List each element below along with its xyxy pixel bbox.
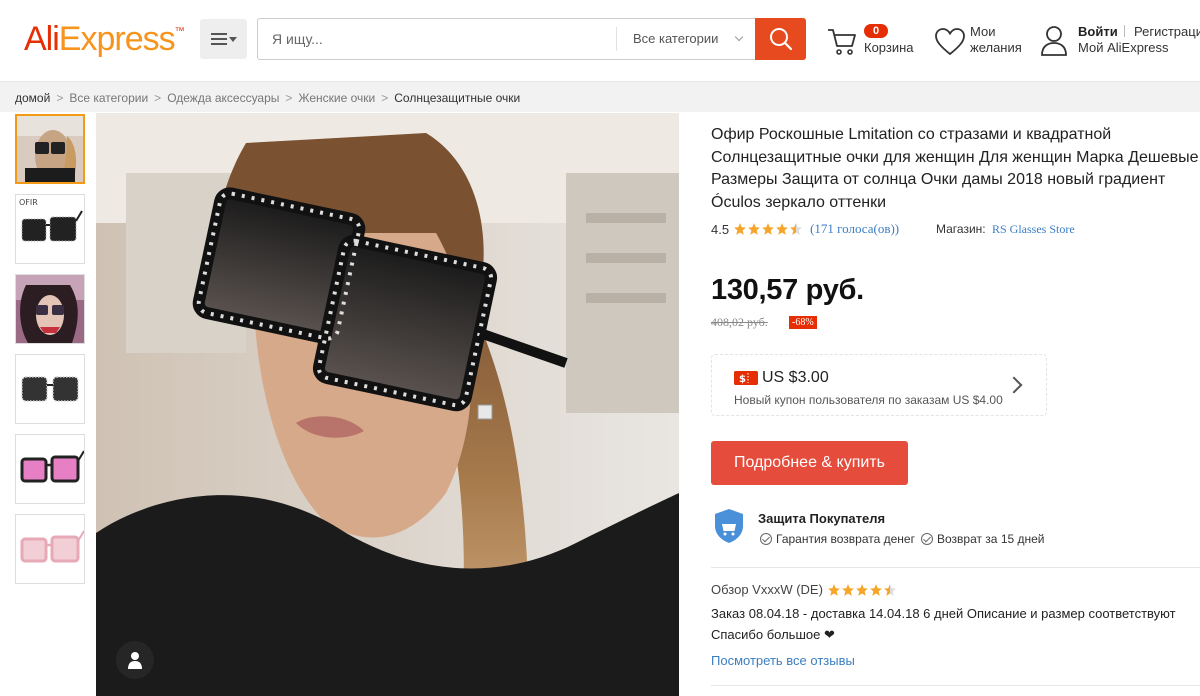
product-title: Офир Роскошные Lmitation со стразами и к… [711,126,1199,211]
breadcrumb-sunglasses[interactable]: Солнцезащитные очки [394,91,520,105]
breadcrumb: домой > Все категории > Одежда аксессуары > Же… [15,91,521,105]
cart-icon [828,29,856,55]
old-price: 408,02 руб. [711,315,768,329]
review-author: Обзор VxxxW (DE) [711,582,823,597]
coupon-amount: US $3.00 [762,369,829,386]
search-input[interactable] [258,19,616,59]
thumb-black-glasses-ofir[interactable]: OFIR [15,194,85,264]
login-link[interactable]: Войти [1078,24,1118,39]
votes-link[interactable]: (171 голоса(ов)) [810,221,899,237]
register-link[interactable]: Регистрация [1134,24,1200,39]
star-icon [790,223,802,235]
store-label: Магазин: [936,222,986,236]
coupon-card[interactable]: $ US $3.00 Новый купон пользователя по з… [711,354,1047,416]
breadcrumb-womens-glasses[interactable]: Женские очки [298,91,375,105]
thumb-pink-lens-glasses[interactable] [15,434,85,504]
cart-count-badge: 0 [864,24,888,38]
account-separator [1124,25,1125,37]
search-category-select[interactable]: Все категории [616,27,756,51]
breadcrumb-clothing-accessories[interactable]: Одежда аксессуары [167,91,279,105]
product-price: 130,57 руб. [711,274,864,307]
caret-down-icon [228,36,237,42]
wishlist-label: Мои желания [970,24,1030,56]
check-circle-icon [920,533,933,545]
header: AliExpress™ Все категории 0 Корзина Моиж… [0,0,1200,80]
cart-button[interactable]: 0 Корзина [826,22,921,62]
star-icon [856,583,868,596]
chevron-right-icon [1005,376,1023,394]
store-name-link[interactable]: RS Glasses Store [992,222,1075,237]
protection-item-money-back: Гарантия возврата денег [760,532,915,546]
star-icon [776,223,788,235]
zoom-button[interactable] [116,641,154,679]
check-circle-icon [760,533,772,545]
ofir-brand-text: OFIR [19,198,38,207]
protection-item-return-label: Возврат за 15 дней [936,532,1045,546]
review-header: Обзор VxxxW (DE) [711,582,901,597]
thumb-pink-frame-glasses[interactable] [15,514,85,584]
discount-badge: -68% [789,316,817,329]
search-bar: Все категории [257,18,806,60]
aliexpress-logo[interactable]: AliExpress™ [24,20,185,59]
buyer-protection-title: Защита Покупателя [758,511,886,526]
coupon-icon: $ [734,371,758,385]
user-silhouette-icon [128,652,142,669]
thumb-model-2[interactable] [15,274,85,344]
hamburger-icon [210,33,227,45]
wishlist-label-line1: Мои [970,24,996,39]
rating-value: 4.5 [711,221,730,237]
see-all-reviews-link[interactable]: Посмотреть все отзывы [711,653,855,668]
star-icon [870,583,882,596]
chevron-down-icon [734,32,744,42]
rating-stars [733,222,803,236]
buy-button[interactable]: Подробнее & купить [711,441,908,485]
breadcrumb-bar: домой > Все категории > Одежда аксессуары > Же… [0,81,1200,112]
star-icon [842,583,854,596]
review-text: Заказ 08.04.18 - доставка 14.04.18 6 дне… [711,606,1176,642]
user-icon [1041,26,1067,56]
breadcrumb-home[interactable]: домой [15,91,50,105]
logo-express-text: Express [58,20,176,58]
price-value: 130,57 руб. [711,274,864,306]
star-icon [884,583,896,596]
protection-item-money-back-label: Гарантия возврата денег [776,532,915,546]
star-icon [734,223,746,235]
protection-item-return: Возврат за 15 дней [920,532,1045,546]
thumb-black-glasses[interactable] [15,354,85,424]
divider [711,567,1200,568]
main-product-image[interactable] [96,113,679,696]
star-icon [762,223,774,235]
logo-ali-text: Ali [24,20,60,58]
thumb-model-1[interactable] [15,114,85,184]
search-icon [769,28,792,51]
search-category-label: Все категории [633,31,719,46]
rating-row: 4.5 (171 голоса(ов)) [711,221,899,237]
review-stars [827,583,897,597]
wishlist-label-line2: желания [970,40,1022,55]
category-menu-button[interactable] [200,19,247,59]
breadcrumb-all-categories[interactable]: Все категории [69,91,148,105]
star-icon [828,583,840,596]
search-button[interactable] [755,18,806,60]
heart-icon [935,28,965,56]
my-aliexpress-link[interactable]: Мой AliExpress [1078,40,1169,55]
buyer-protection-shield-icon [713,508,745,544]
coupon-description: Новый купон пользователя по заказам US $… [734,393,1003,407]
divider [711,685,1200,686]
buyer-protection-items: Гарантия возврата денег Возврат за 15 дн… [760,532,1045,546]
svg-text:$: $ [739,374,746,385]
wishlist-button[interactable]: Мои желания [934,22,1034,62]
cart-label: Корзина [864,40,914,55]
star-icon [748,223,760,235]
account-area: Войти Регистрация Мой AliExpress [1040,22,1200,62]
